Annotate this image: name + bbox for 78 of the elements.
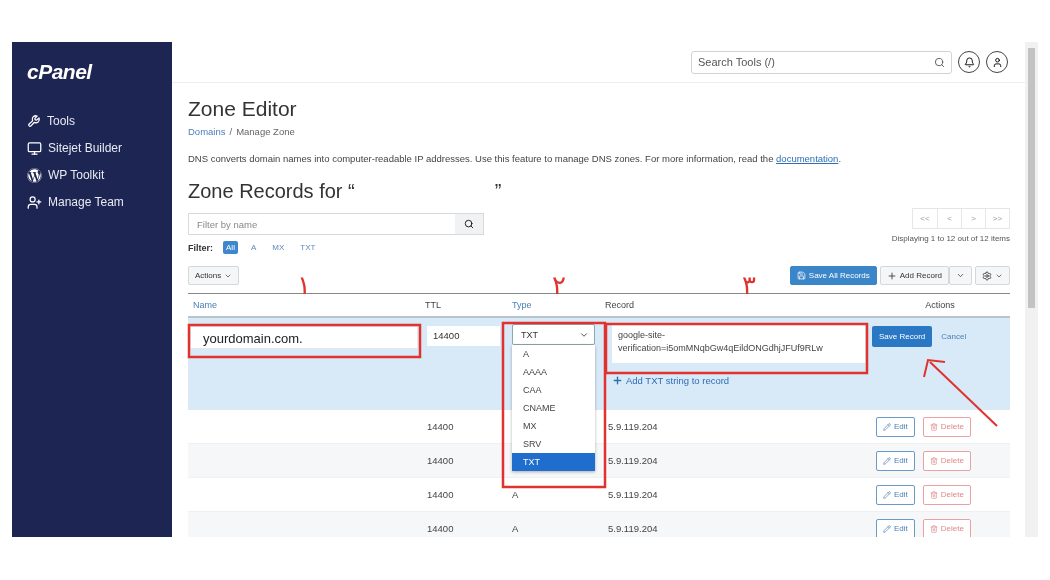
sidebar-item[interactable]: WP Toolkit xyxy=(48,168,105,182)
record-cell-text: 5.9.119.204 xyxy=(607,489,659,500)
pagination-summary: Displaying 1 to 12 out of 12 items xyxy=(891,234,1010,243)
user-add-icon xyxy=(27,194,42,210)
save-all-button[interactable]: Save All Records xyxy=(789,266,877,285)
page-title: Zone Editor xyxy=(188,97,298,121)
type-cell-text: A xyxy=(511,523,520,534)
section-title: Zone Records for “ xyxy=(188,180,355,203)
filter-field[interactable]: Filter by name xyxy=(188,213,484,235)
ttl-cell-text: 14400 xyxy=(426,455,455,466)
delete-button[interactable]: Delete xyxy=(922,416,971,437)
trash-icon xyxy=(929,490,938,499)
description-text: DNS converts domain names into computer-readable IP addresses. Use this feature to manage DNS zones. For more information, read the documentation. xyxy=(188,153,843,164)
ttl-field[interactable]: 14400 xyxy=(427,326,500,346)
cpanel-logo: cPanel xyxy=(27,60,94,84)
type-cell-text: A xyxy=(511,489,520,500)
sidebar-item[interactable]: Tools xyxy=(47,114,75,128)
breadcrumb-item: Manage Zone xyxy=(236,126,295,137)
ttl-cell-text: 14400 xyxy=(426,523,455,534)
pencil-icon xyxy=(883,524,891,533)
filter-option[interactable]: A xyxy=(247,241,260,254)
name-field[interactable]: yourdomain.com. xyxy=(190,326,418,349)
record-field[interactable]: google-site-verification=i5omMNqbGw4qEildONGdhjJFUf9RLw xyxy=(612,325,865,363)
record-cell-text: 5.9.119.204 xyxy=(607,523,659,534)
cancel-link[interactable]: Cancel xyxy=(941,332,967,341)
add-record-button[interactable]: Add Record xyxy=(879,266,949,285)
record-cell-text: 5.9.119.204 xyxy=(607,421,659,432)
plus-icon xyxy=(886,270,897,281)
trash-icon xyxy=(929,524,938,533)
type-option[interactable]: TXT xyxy=(512,453,595,471)
sidebar-item[interactable]: Sitejet Builder xyxy=(48,141,123,155)
tools-icon xyxy=(27,114,41,128)
delete-button[interactable]: Delete xyxy=(922,484,971,505)
scrollbar[interactable] xyxy=(1025,42,1038,537)
save-record-button[interactable]: Save Record xyxy=(872,326,933,347)
edit-button[interactable]: Edit xyxy=(876,518,915,537)
ttl-cell-text: 14400 xyxy=(426,489,455,500)
plus-icon xyxy=(612,375,623,386)
filter-option[interactable]: MX xyxy=(269,241,288,254)
type-option[interactable]: A xyxy=(512,345,595,363)
edit-button[interactable]: Edit xyxy=(876,450,915,471)
pencil-icon xyxy=(883,456,891,465)
edit-button[interactable]: Edit xyxy=(876,416,915,437)
type-option[interactable]: MX xyxy=(512,417,595,435)
type-option[interactable]: CNAME xyxy=(512,399,595,417)
type-option[interactable]: CAA xyxy=(512,381,595,399)
ttl-cell-text: 14400 xyxy=(426,421,455,432)
caret-icon xyxy=(956,271,965,280)
filter-label: Filter: xyxy=(188,242,213,253)
closing-quote: ” xyxy=(494,180,502,203)
filter-option[interactable]: TXT xyxy=(297,241,319,254)
search-icon xyxy=(934,56,945,68)
add-txt-string-link[interactable]: Add TXT string to record xyxy=(612,375,870,386)
breadcrumb-separator: / xyxy=(229,126,233,137)
search-icon xyxy=(464,219,474,229)
save-icon xyxy=(796,271,806,280)
user-icon xyxy=(991,56,1003,68)
breadcrumb-item[interactable]: Domains xyxy=(188,126,226,137)
type-option[interactable]: AAAA xyxy=(512,363,595,381)
settings-button[interactable] xyxy=(975,266,1010,285)
trash-icon xyxy=(929,456,938,465)
type-option[interactable]: SRV xyxy=(512,435,595,453)
bell-icon xyxy=(963,56,975,68)
wordpress-icon xyxy=(27,167,42,183)
settings-icon xyxy=(982,270,992,281)
sidebar-item[interactable]: Manage Team xyxy=(48,195,124,209)
actions-button[interactable]: Actions xyxy=(188,266,240,285)
edit-button[interactable]: Edit xyxy=(876,484,915,505)
delete-button[interactable]: Delete xyxy=(922,518,971,537)
type-select[interactable]: TXT xyxy=(512,324,595,345)
search-field[interactable]: Search Tools (/) xyxy=(691,50,952,74)
delete-button[interactable]: Delete xyxy=(922,450,971,471)
record-cell-text: 5.9.119.204 xyxy=(607,455,659,466)
filter-option[interactable]: All xyxy=(223,241,238,254)
pencil-icon xyxy=(883,490,891,499)
pencil-icon xyxy=(883,422,891,431)
monitor-icon xyxy=(27,140,42,156)
trash-icon xyxy=(929,422,938,431)
